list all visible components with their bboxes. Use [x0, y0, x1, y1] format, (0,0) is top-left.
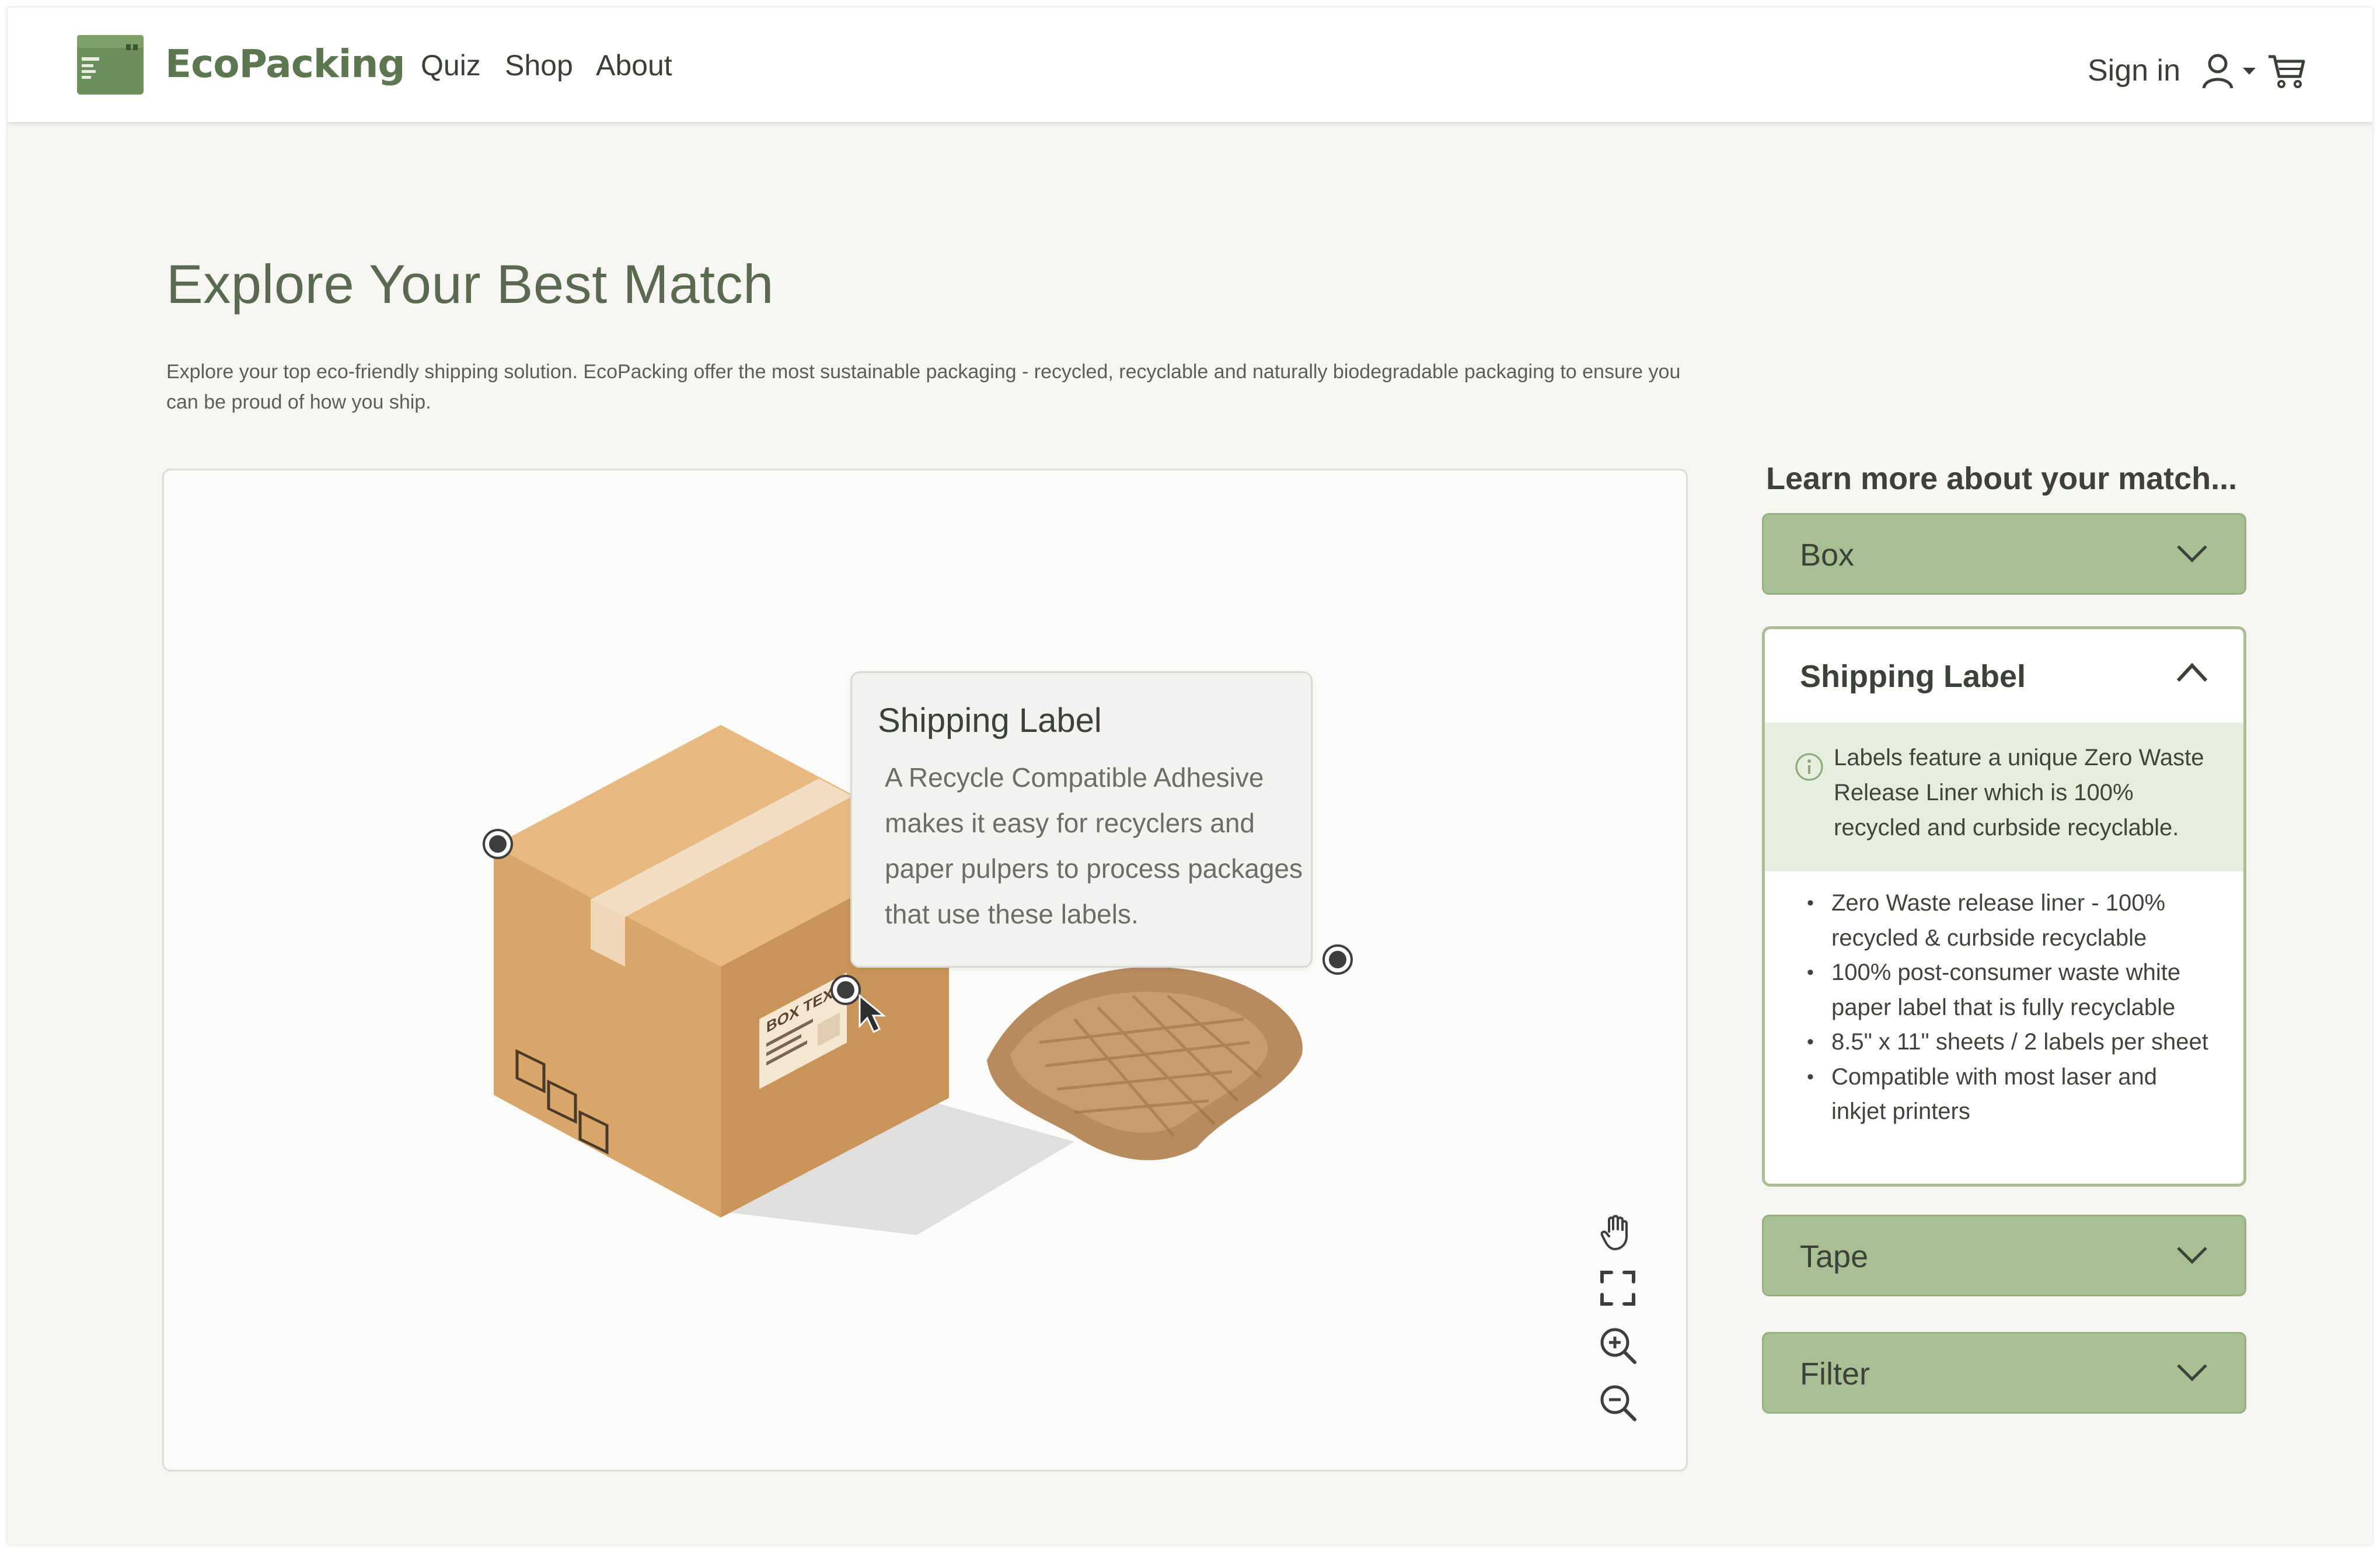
info-callout: Labels feature a unique Zero Waste Relea…: [1765, 723, 2243, 871]
accordion-filter-label: Filter: [1800, 1356, 1870, 1391]
feature-list: Zero Waste release liner - 100% recycled…: [1807, 886, 2215, 1129]
hotspot-filler[interactable]: [1322, 944, 1353, 975]
product-viewer[interactable]: BOX TEXT Shipping Label A Recycle Compat…: [162, 469, 1688, 1471]
hand-icon[interactable]: [1597, 1211, 1638, 1251]
tooltip-title: Shipping Label: [878, 702, 1102, 740]
tooltip-body: A Recycle Compatible Adhesive makes it e…: [885, 762, 1303, 929]
logo-icon[interactable]: [76, 34, 145, 96]
accordion-tape-label: Tape: [1800, 1239, 1869, 1274]
chevron-down-icon[interactable]: [2242, 66, 2257, 76]
user-icon[interactable]: [2201, 53, 2235, 89]
page-frame: EcoPacking Quiz Shop About Sign in Explo…: [8, 8, 2372, 1544]
top-navbar: EcoPacking Quiz Shop About Sign in: [8, 8, 2372, 122]
accordion-shipping-label: Shipping Label Labels feature a unique Z…: [1762, 626, 2246, 1187]
hotspot-shipping-label[interactable]: [830, 975, 861, 1005]
list-item: 8.5" x 11" sheets / 2 labels per sheet: [1807, 1025, 2215, 1060]
info-icon: [1795, 753, 1823, 781]
packaging-scene[interactable]: BOX TEXT: [164, 470, 1686, 1470]
chevron-up-icon[interactable]: [2175, 660, 2210, 685]
page-title: Explore Your Best Match: [166, 253, 774, 315]
accordion-box-label: Box: [1800, 538, 1855, 573]
accordion-tape[interactable]: Tape: [1762, 1215, 2246, 1296]
hotspot-box[interactable]: [483, 829, 513, 859]
cart-icon[interactable]: [2267, 53, 2306, 89]
chevron-down-icon: [2177, 545, 2207, 563]
fullscreen-icon[interactable]: [1597, 1268, 1638, 1309]
accordion-shipping-label-title: Shipping Label: [1800, 659, 2026, 694]
intro-text: Explore your top eco-friendly shipping s…: [166, 361, 1681, 413]
sign-in-link[interactable]: Sign in: [2088, 53, 2180, 88]
chevron-down-icon: [2177, 1364, 2207, 1382]
accordion-box[interactable]: Box: [1762, 513, 2246, 595]
nav-quiz[interactable]: Quiz: [421, 48, 481, 82]
zoom-in-icon[interactable]: [1597, 1325, 1638, 1366]
nav-about[interactable]: About: [596, 48, 672, 82]
chevron-down-icon: [2177, 1247, 2207, 1264]
info-text: Labels feature a unique Zero Waste Relea…: [1834, 745, 2204, 840]
hotspot-tooltip: Shipping Label A Recycle Compatible Adhe…: [850, 671, 1313, 968]
list-item: 100% post-consumer waste white paper lab…: [1807, 955, 2215, 1025]
list-item: Zero Waste release liner - 100% recycled…: [1807, 886, 2215, 955]
accordion-shipping-label-header[interactable]: Shipping Label: [1765, 629, 2243, 723]
accordion-filter[interactable]: Filter: [1762, 1332, 2246, 1414]
brand-name[interactable]: EcoPacking: [165, 41, 406, 86]
list-item: Compatible with most laser and inkjet pr…: [1807, 1060, 2215, 1129]
zoom-out-icon[interactable]: [1597, 1382, 1638, 1423]
nav-shop[interactable]: Shop: [505, 48, 573, 82]
side-heading: Learn more about your match...: [1766, 461, 2238, 496]
